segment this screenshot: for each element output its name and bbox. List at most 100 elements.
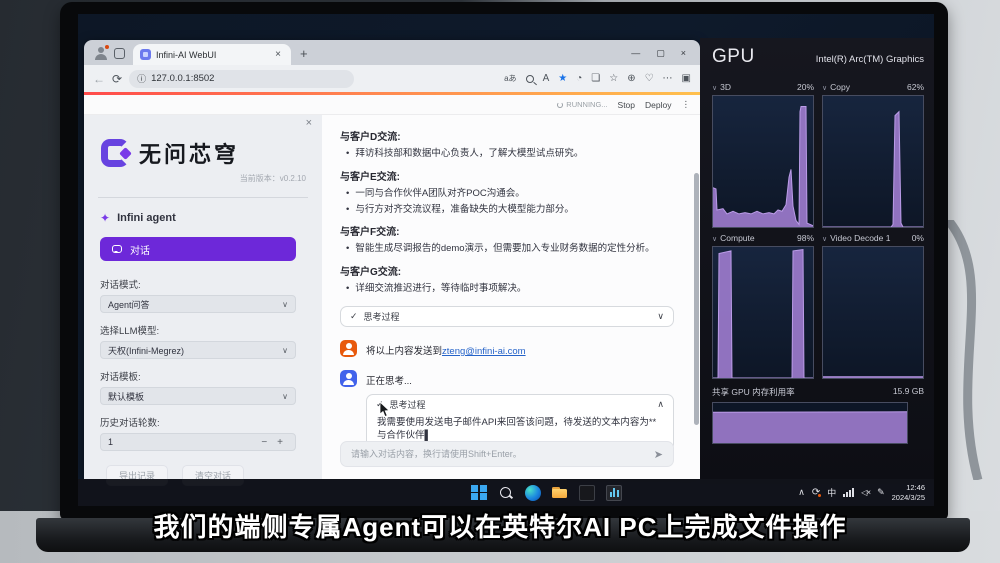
hub-icon[interactable]: ⊕ [627,73,635,84]
engine-label: Copy [830,82,850,92]
favorites-star-icon[interactable]: ★ [558,73,567,84]
read-aloud-icon[interactable]: A [543,73,550,84]
sidebar-close-icon[interactable]: × [306,117,312,129]
more-menu-icon[interactable]: ⋯ [663,73,673,84]
agent-title: Infini agent [117,212,176,224]
chevron-down-icon: ∨ [282,392,288,401]
clock[interactable]: 12:46 2024/3/25 [892,483,925,502]
chevron-down-icon[interactable]: ∨ [822,236,827,243]
chevron-down-icon: ∨ [282,346,288,355]
zoom-icon[interactable] [526,75,534,83]
gpu-chart-copy [822,95,924,228]
window-minimize-button[interactable]: — [631,48,640,59]
memory-label: 共享 GPU 内存利用率 [712,386,795,398]
chevron-down-icon[interactable]: ∨ [712,85,717,92]
stop-button[interactable]: Stop [618,100,636,110]
window-maximize-button[interactable]: ▢ [656,48,665,59]
gpu-name: Intel(R) Arc(TM) Graphics [816,54,924,65]
chevron-down-icon[interactable]: ∨ [712,236,717,243]
file-explorer-icon[interactable] [552,486,568,502]
section-heading: 与客户E交流: [340,168,674,183]
user-message: 将以上内容发送到zteng@infini-ai.com [340,340,674,357]
engine-value: 20% [797,82,814,92]
pen-icon[interactable]: ✎ [877,487,885,498]
copilot-icon[interactable]: ◔ [576,73,582,84]
brand-name: 无问芯穹 [139,137,239,169]
decrement-button[interactable]: − [256,437,272,448]
sidebar-panel-icon[interactable]: ▣ [682,73,691,84]
search-icon[interactable] [498,486,514,502]
deploy-button[interactable]: Deploy [645,100,671,110]
new-tab-button[interactable]: + [297,46,311,61]
ime-indicator[interactable]: 中 [827,486,836,499]
terminal-icon[interactable] [579,485,595,501]
tab-title: Infini-AI WebUI [156,50,267,60]
sync-icon[interactable]: ⟳ [812,487,820,498]
expander-label: 思考过程 [390,398,426,411]
history-label: 历史对话轮数: [100,415,308,429]
app-menu-icon[interactable]: ⋮ [682,99,691,110]
email-link[interactable]: zteng@infini-ai.com [442,346,526,357]
thinking-text: 我需要使用发送电子邮件API来回答该问题，待发送的文本内容为**与合作伙伴 [377,417,656,441]
tray-chevron-icon[interactable]: ∧ [798,487,805,498]
profile-avatar-icon[interactable] [94,46,108,60]
back-icon[interactable]: ← [93,72,105,86]
chevron-down-icon[interactable]: ∨ [822,85,827,92]
scrollbar[interactable] [694,173,699,425]
engine-label: Video Decode 1 [830,233,890,243]
tab-favicon [140,49,151,60]
url-bar[interactable]: ⓘ [129,70,354,88]
chat-input-box[interactable]: ➤ [340,441,674,467]
volume-muted-icon[interactable]: ◁× [861,488,870,497]
network-signal-icon[interactable] [843,488,854,497]
template-label: 对话模板: [100,369,308,383]
history-value-input[interactable] [108,437,256,447]
translate-icon[interactable]: aあ [504,73,516,84]
edge-browser-icon[interactable] [525,485,541,501]
increment-button[interactable]: + [272,437,288,448]
bullet-item: 详细交流推迟进行，等待临时事项解决。 [346,283,674,296]
template-select[interactable]: 默认模板∨ [100,387,296,405]
chevron-down-icon: ∨ [282,300,288,309]
gpu-chart-compute [712,246,814,379]
browser-essentials-icon[interactable]: ♡ [645,73,654,84]
engine-label: Compute [720,233,755,243]
browser-window: Infini-AI WebUI × + — ▢ × ← ⟳ ⓘ aあ [84,40,700,479]
thought-expander-collapsed[interactable]: ✓ 思考过程 ∨ [340,306,674,327]
running-icon [557,102,563,108]
task-manager-gpu-panel: GPU Intel(R) Arc(TM) Graphics ∨3D 20% ∨C… [700,38,934,484]
window-close-button[interactable]: × [681,48,686,59]
section-heading: 与客户F交流: [340,223,674,238]
chat-input[interactable] [351,449,654,459]
history-input[interactable]: − + [100,433,296,451]
brand-logo: 无问芯穹 [100,137,308,169]
photo-stage: Infini-AI WebUI × + — ▢ × ← ⟳ ⓘ aあ [0,0,1000,563]
chat-nav-button[interactable]: 对话 [100,237,296,261]
send-icon[interactable]: ➤ [654,448,663,461]
url-input[interactable] [151,73,301,84]
refresh-icon[interactable]: ⟳ [112,72,122,86]
browser-tabstrip: Infini-AI WebUI × + — ▢ × [84,40,700,65]
site-info-icon[interactable]: ⓘ [137,72,146,85]
chevron-up-icon[interactable]: ∧ [657,399,664,410]
section-heading: 与客户D交流: [340,128,674,143]
collections-icon[interactable]: ☆ [609,73,618,84]
mode-select[interactable]: Agent问答∨ [100,295,296,313]
mouse-cursor [380,402,391,418]
chevron-down-icon[interactable]: ∨ [657,311,664,322]
tab-close-icon[interactable]: × [272,49,284,60]
workspaces-icon[interactable] [114,48,125,59]
windows-taskbar: ∧ ⟳ 中 ◁× ✎ 12:46 2024/3/25 [78,479,934,506]
start-button-icon[interactable] [471,485,487,501]
streamlit-statusbar: RUNNING... Stop Deploy ⋮ [84,95,700,115]
model-select[interactable]: 天权(Infini-Megrez)∨ [100,341,296,359]
browser-toolbar: ← ⟳ ⓘ aあ A ★ ◔ ❏ ☆ ⊕ ♡ ⋯ ▣ [84,65,700,92]
gpu-title: GPU [712,46,755,68]
mode-label: 对话模式: [100,277,308,291]
split-screen-icon[interactable]: ❏ [591,73,600,84]
model-label: 选择LLM模型: [100,323,308,337]
engine-value: 62% [907,82,924,92]
task-manager-icon[interactable] [606,485,622,501]
bullet-item: 智能生成尽调报告的demo演示，但需要加入专业财务数据的定性分析。 [346,243,674,256]
browser-tab[interactable]: Infini-AI WebUI × [133,44,291,65]
